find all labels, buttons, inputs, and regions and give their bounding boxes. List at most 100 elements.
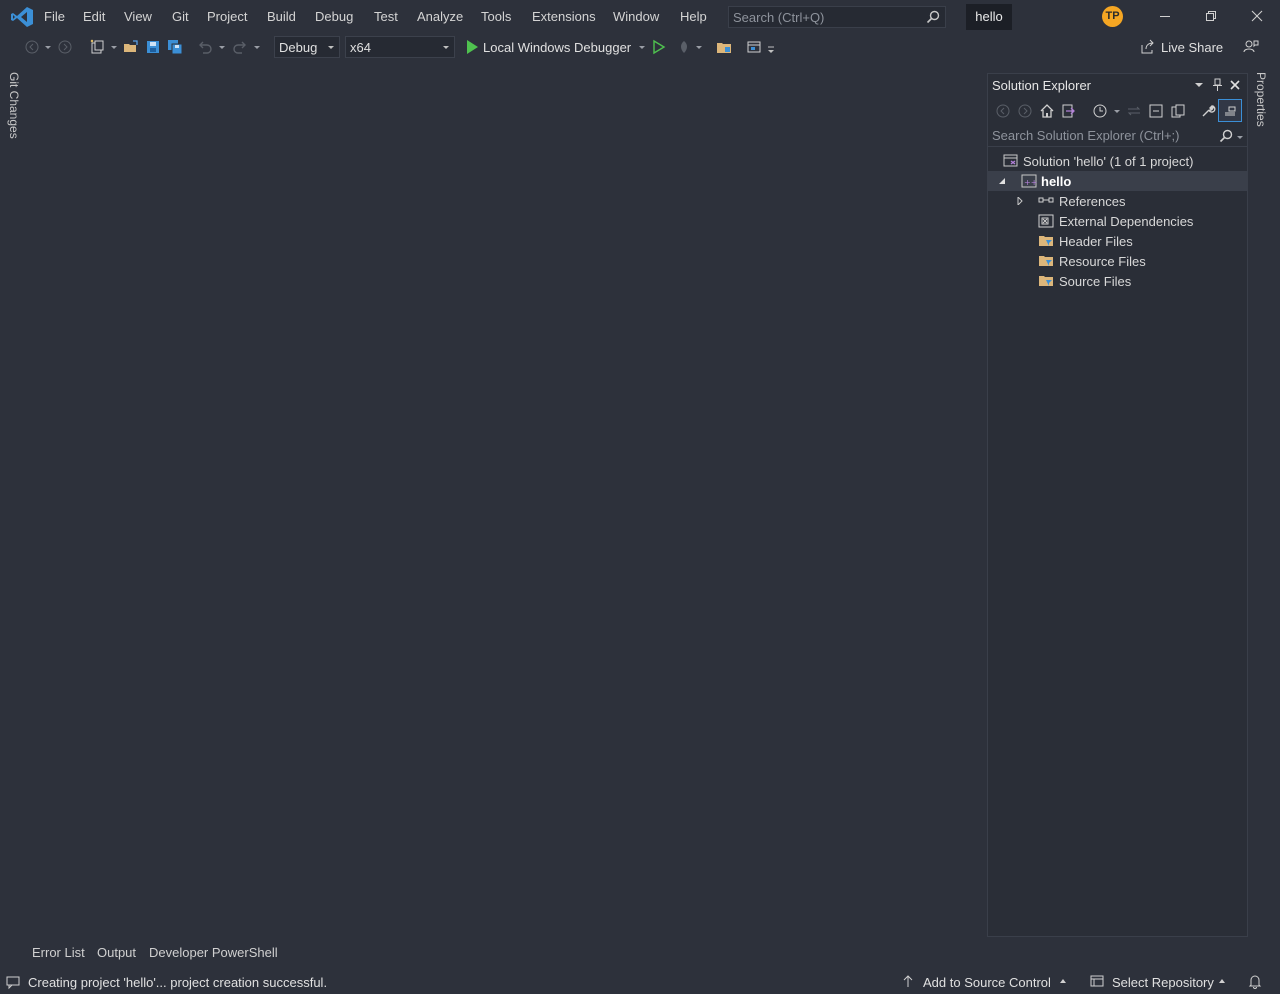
- navigate-forward-icon[interactable]: [57, 39, 73, 55]
- menu-tools[interactable]: Tools: [481, 9, 511, 24]
- filter-folder-icon: [1039, 276, 1053, 286]
- search-icon[interactable]: [1219, 129, 1233, 143]
- tree-item-source-files[interactable]: Source Files: [988, 271, 1247, 291]
- properties-wrench-icon[interactable]: [1200, 103, 1216, 119]
- external-dependencies-icon: [1038, 214, 1054, 228]
- redo-icon[interactable]: [232, 39, 248, 55]
- run-target-dropdown-icon[interactable]: [639, 46, 645, 49]
- menu-window[interactable]: Window: [613, 9, 659, 24]
- search-input[interactable]: Search (Ctrl+Q): [728, 6, 946, 28]
- forward-icon[interactable]: [1017, 103, 1033, 119]
- tree-item-header-files[interactable]: Header Files: [988, 231, 1247, 251]
- solution-explorer-header: Solution Explorer: [988, 74, 1247, 96]
- tab-developer-powershell[interactable]: Developer PowerShell: [149, 945, 278, 960]
- restore-icon[interactable]: [1203, 8, 1219, 24]
- tree-item-label: Resource Files: [1059, 254, 1146, 269]
- menu-view[interactable]: View: [124, 9, 152, 24]
- pin-icon[interactable]: [1212, 78, 1224, 92]
- pending-changes-filter-icon[interactable]: [1092, 103, 1108, 119]
- toolbar-overflow-icon[interactable]: [766, 44, 776, 54]
- menu-project[interactable]: Project: [207, 9, 247, 24]
- undo-icon[interactable]: [197, 39, 213, 55]
- back-dropdown-icon[interactable]: [45, 46, 51, 49]
- filter-dropdown-icon[interactable]: [1114, 110, 1120, 113]
- bottom-tool-tabs: Error List Output Developer PowerShell: [0, 940, 960, 964]
- browse-folder-icon[interactable]: [716, 39, 732, 55]
- menu-file[interactable]: File: [44, 9, 65, 24]
- menu-extensions[interactable]: Extensions: [532, 9, 596, 24]
- title-bar: File Edit View Git Project Build Debug T…: [0, 0, 1280, 34]
- tree-item-label: External Dependencies: [1059, 214, 1194, 229]
- live-share-button[interactable]: Live Share: [1161, 40, 1223, 55]
- run-target-button[interactable]: Local Windows Debugger: [483, 40, 631, 55]
- start-debugging-icon[interactable]: [464, 39, 480, 55]
- back-icon[interactable]: [995, 103, 1011, 119]
- add-to-source-control-button[interactable]: Add to Source Control: [923, 975, 1051, 990]
- tree-item-label: Source Files: [1059, 274, 1132, 289]
- tree-solution-node[interactable]: Solution 'hello' (1 of 1 project): [988, 151, 1247, 171]
- status-message: Creating project 'hello'... project crea…: [28, 975, 328, 990]
- close-icon[interactable]: [1249, 8, 1265, 24]
- solution-explorer-toolbar: [988, 98, 1247, 124]
- chevron-down-icon: [328, 46, 334, 49]
- live-share-icon: [1141, 39, 1154, 54]
- collapsed-arrow-icon[interactable]: [1016, 197, 1024, 205]
- preview-icon: [1225, 106, 1236, 116]
- tree-item-resource-files[interactable]: Resource Files: [988, 251, 1247, 271]
- show-all-files-icon[interactable]: [1170, 103, 1186, 119]
- save-all-icon[interactable]: [167, 39, 183, 55]
- home-icon[interactable]: [1039, 103, 1055, 119]
- menu-analyze[interactable]: Analyze: [417, 9, 463, 24]
- search-options-dropdown-icon[interactable]: [1237, 136, 1243, 139]
- preview-selected-items-toggle[interactable]: [1218, 99, 1242, 122]
- select-repository-button[interactable]: Select Repository: [1112, 975, 1214, 990]
- git-changes-tab[interactable]: Git Changes: [7, 72, 21, 139]
- menu-git[interactable]: Git: [172, 9, 189, 24]
- platform-select[interactable]: x64: [345, 36, 455, 58]
- tree-item-references[interactable]: References: [988, 191, 1247, 211]
- tab-error-list[interactable]: Error List: [32, 945, 85, 960]
- properties-tab[interactable]: Properties: [1254, 72, 1268, 127]
- new-dropdown-icon[interactable]: [111, 46, 117, 49]
- menu-debug[interactable]: Debug: [315, 9, 353, 24]
- hot-reload-dropdown-icon[interactable]: [696, 46, 702, 49]
- references-icon: [1038, 197, 1054, 203]
- collapse-all-icon[interactable]: [1148, 103, 1164, 119]
- save-icon[interactable]: [145, 39, 161, 55]
- panel-title: Solution Explorer: [992, 78, 1091, 93]
- search-placeholder: Search Solution Explorer (Ctrl+;): [992, 128, 1180, 143]
- tree-item-external-dependencies[interactable]: External Dependencies: [988, 211, 1247, 231]
- configuration-select[interactable]: Debug: [274, 36, 340, 58]
- visual-studio-logo-icon[interactable]: [10, 6, 34, 28]
- notifications-bell-icon[interactable]: [1248, 974, 1262, 989]
- avatar[interactable]: TP: [1102, 6, 1123, 27]
- start-without-debugging-icon[interactable]: [651, 39, 667, 55]
- menu-build[interactable]: Build: [267, 9, 296, 24]
- window-position-dropdown-icon[interactable]: [1194, 81, 1204, 89]
- solution-explorer-search-input[interactable]: Search Solution Explorer (Ctrl+;): [988, 125, 1247, 147]
- feedback-icon[interactable]: [1243, 39, 1259, 55]
- navigate-back-icon[interactable]: [24, 39, 40, 55]
- open-folder-icon[interactable]: [123, 39, 139, 55]
- minimize-icon[interactable]: [1157, 8, 1173, 24]
- sync-active-document-icon[interactable]: [1126, 103, 1142, 119]
- chevron-up-icon[interactable]: [1059, 978, 1067, 984]
- chevron-up-icon[interactable]: [1218, 978, 1226, 984]
- menu-test[interactable]: Test: [374, 9, 398, 24]
- tab-output[interactable]: Output: [97, 945, 136, 960]
- undo-dropdown-icon[interactable]: [219, 46, 225, 49]
- main-toolbar: Debug x64 Local Windows Debugger Live Sh…: [0, 34, 1280, 62]
- window-layout-icon[interactable]: [746, 39, 762, 55]
- tree-project-node[interactable]: ++ hello: [988, 171, 1247, 191]
- hot-reload-icon[interactable]: [676, 39, 692, 55]
- expanded-arrow-icon[interactable]: [998, 177, 1006, 185]
- tree-item-label: Header Files: [1059, 234, 1133, 249]
- close-icon[interactable]: [1229, 79, 1241, 91]
- redo-dropdown-icon[interactable]: [254, 46, 260, 49]
- notification-message-icon[interactable]: [5, 974, 21, 990]
- search-placeholder: Search (Ctrl+Q): [733, 10, 825, 25]
- menu-edit[interactable]: Edit: [83, 9, 105, 24]
- new-project-icon[interactable]: [89, 39, 105, 55]
- switch-views-icon[interactable]: [1060, 103, 1076, 119]
- menu-help[interactable]: Help: [680, 9, 707, 24]
